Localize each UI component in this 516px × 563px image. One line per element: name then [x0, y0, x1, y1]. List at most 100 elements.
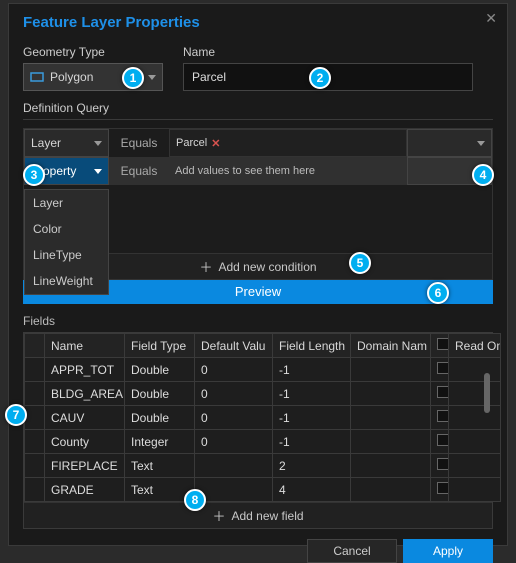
callout-badge-4: 4 — [472, 164, 494, 186]
query-type-value: Layer — [31, 136, 61, 150]
add-field-label: Add new field — [231, 509, 303, 523]
polygon-icon — [30, 70, 44, 84]
cell-default: 0 — [195, 382, 273, 406]
dropdown-option[interactable]: Layer — [25, 190, 108, 216]
query-tag: Parcel — [176, 137, 207, 149]
query-value-input[interactable]: Parcel ✕ — [169, 129, 407, 157]
cell-type: Integer — [125, 430, 195, 454]
table-row[interactable]: APPR_TOTDouble0-1 — [25, 358, 501, 382]
table-row[interactable]: FIREPLACEText 2 — [25, 454, 501, 478]
callout-badge-7: 7 — [5, 404, 27, 426]
cell-readonly[interactable] — [431, 430, 449, 454]
cell-name: BLDG_AREA — [45, 382, 125, 406]
cell-type: Double — [125, 358, 195, 382]
cell-length: -1 — [273, 358, 351, 382]
cell-length: 2 — [273, 454, 351, 478]
callout-badge-2: 2 — [309, 67, 331, 89]
table-row[interactable]: GRADEText4 — [25, 478, 501, 502]
cell-length: 4 — [273, 478, 351, 502]
cell-name: CAUV — [45, 406, 125, 430]
cell-name: FIREPLACE — [45, 454, 125, 478]
query-row: Property Equals Add values to see them h… — [24, 157, 492, 185]
cell-name: APPR_TOT — [45, 358, 125, 382]
cell-default — [195, 454, 273, 478]
callout-badge-6: 6 — [427, 282, 449, 304]
definition-query-heading: Definition Query — [23, 101, 493, 120]
cell-length: -1 — [273, 382, 351, 406]
query-operator: Equals — [109, 129, 169, 157]
plus-icon: ＋ — [199, 257, 212, 276]
cell-type: Double — [125, 406, 195, 430]
cell-domain — [351, 430, 431, 454]
dialog-footer: Cancel Apply — [23, 539, 493, 563]
callout-badge-3: 3 — [23, 164, 45, 186]
query-operator: Equals — [109, 157, 169, 185]
col-read-only[interactable]: Read On — [449, 334, 501, 358]
query-value-input[interactable]: Add values to see them here — [169, 157, 407, 185]
name-input-value: Parcel — [192, 70, 226, 84]
checkbox-icon[interactable] — [437, 362, 449, 374]
query-placeholder: Add values to see them here — [175, 165, 315, 177]
col-readonly-check[interactable] — [431, 334, 449, 358]
cell-name: County — [45, 430, 125, 454]
chevron-down-icon — [477, 141, 485, 146]
cell-domain — [351, 358, 431, 382]
col-field-length[interactable]: Field Length — [273, 334, 351, 358]
table-row[interactable]: BLDG_AREADouble0-1 — [25, 382, 501, 406]
checkbox-icon[interactable] — [437, 338, 449, 350]
dropdown-option[interactable]: LineType — [25, 242, 108, 268]
feature-layer-properties-dialog: Feature Layer Properties ✕ Geometry Type… — [8, 3, 508, 546]
chevron-down-icon — [94, 141, 102, 146]
checkbox-icon[interactable] — [437, 482, 449, 494]
plus-icon: ＋ — [212, 506, 225, 525]
table-row[interactable]: CAUVDouble0-1 — [25, 406, 501, 430]
col-domain-name[interactable]: Domain Nam — [351, 334, 431, 358]
query-type-select[interactable]: Layer — [24, 129, 109, 157]
cell-length: -1 — [273, 406, 351, 430]
checkbox-icon[interactable] — [437, 458, 449, 470]
cell-readonly[interactable] — [431, 478, 449, 502]
chevron-down-icon — [148, 75, 156, 80]
table-header-row: Name Field Type Default Valu Field Lengt… — [25, 334, 501, 358]
dropdown-option[interactable]: LineWeight — [25, 268, 108, 294]
cell-domain — [351, 406, 431, 430]
cell-type: Double — [125, 382, 195, 406]
col-field-type[interactable]: Field Type — [125, 334, 195, 358]
cell-readonly[interactable] — [431, 382, 449, 406]
cancel-button[interactable]: Cancel — [307, 539, 397, 563]
query-row: Layer Equals Parcel ✕ — [24, 129, 492, 157]
dialog-title: Feature Layer Properties — [23, 14, 493, 31]
cell-default: 0 — [195, 358, 273, 382]
cell-default: 0 — [195, 406, 273, 430]
cell-domain — [351, 478, 431, 502]
add-condition-label: Add new condition — [218, 260, 316, 274]
query-extra-select[interactable] — [407, 129, 492, 157]
fields-table: Name Field Type Default Valu Field Lengt… — [24, 333, 501, 502]
geometry-type-value: Polygon — [50, 70, 93, 84]
cell-type: Text — [125, 454, 195, 478]
col-default-value[interactable]: Default Valu — [195, 334, 273, 358]
checkbox-icon[interactable] — [437, 386, 449, 398]
checkbox-icon[interactable] — [437, 434, 449, 446]
col-name[interactable]: Name — [45, 334, 125, 358]
apply-button[interactable]: Apply — [403, 539, 493, 563]
checkbox-icon[interactable] — [437, 410, 449, 422]
cell-domain — [351, 454, 431, 478]
preview-label: Preview — [235, 284, 281, 299]
geometry-type-label: Geometry Type — [23, 45, 163, 59]
cell-default — [195, 478, 273, 502]
scrollbar-thumb[interactable] — [484, 373, 490, 413]
add-field-button[interactable]: ＋ Add new field — [24, 502, 492, 528]
cell-readonly[interactable] — [431, 454, 449, 478]
fields-heading: Fields — [23, 314, 493, 328]
cell-readonly[interactable] — [431, 406, 449, 430]
cell-domain — [351, 382, 431, 406]
close-icon[interactable]: ✕ — [485, 10, 497, 27]
dropdown-option[interactable]: Color — [25, 216, 108, 242]
chevron-down-icon — [94, 169, 102, 174]
cell-default: 0 — [195, 430, 273, 454]
remove-tag-icon[interactable]: ✕ — [211, 137, 220, 150]
callout-badge-5: 5 — [349, 252, 371, 274]
table-row[interactable]: CountyInteger0-1 — [25, 430, 501, 454]
cell-readonly[interactable] — [431, 358, 449, 382]
